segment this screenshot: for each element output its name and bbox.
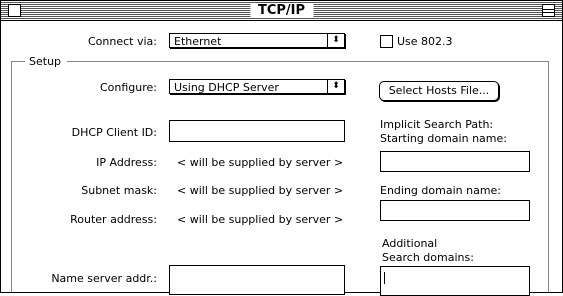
name-server-field[interactable]: [169, 265, 345, 295]
ending-domain-name-field[interactable]: [380, 200, 530, 221]
implicit-search-path-label: Implicit Search Path:: [380, 118, 494, 131]
search-domains-label: Search domains:: [382, 251, 474, 264]
ending-domain-name-label: Ending domain name:: [380, 184, 502, 197]
title-bar[interactable]: TCP/IP: [1, 1, 562, 21]
window-title: TCP/IP: [249, 3, 314, 18]
popup-arrows-icon: ⬍: [327, 33, 344, 48]
setup-group-line-top: [67, 61, 549, 62]
configure-value: Using DHCP Server: [174, 81, 279, 94]
router-address-label: Router address:: [70, 213, 157, 226]
connect-via-label: Connect via:: [88, 35, 157, 48]
search-domains-field[interactable]: [380, 266, 530, 296]
select-hosts-file-button[interactable]: Select Hosts File...: [379, 81, 499, 101]
connect-via-popup[interactable]: Ethernet ⬍: [169, 33, 345, 48]
setup-group-line-right: [548, 61, 549, 292]
configure-popup[interactable]: Using DHCP Server ⬍: [169, 79, 345, 94]
subnet-mask-label: Subnet mask:: [81, 184, 157, 197]
router-address-value: < will be supplied by server >: [177, 213, 344, 226]
starting-domain-name-label: Starting domain name:: [380, 132, 507, 145]
subnet-mask-value: < will be supplied by server >: [177, 184, 344, 197]
starting-domain-name-field[interactable]: [380, 151, 530, 172]
use-802-3-label: Use 802.3: [397, 35, 453, 48]
configure-label: Configure:: [99, 81, 157, 94]
dhcp-client-id-field[interactable]: [169, 120, 345, 142]
ip-address-value: < will be supplied by server >: [177, 156, 344, 169]
tcpip-window: TCP/IP Connect via: Ethernet ⬍ Use 802.3…: [0, 0, 563, 296]
zoom-box-icon[interactable]: [542, 4, 555, 17]
close-box-icon[interactable]: [8, 4, 21, 17]
setup-group-line-side: [11, 61, 12, 292]
text-caret: [384, 272, 385, 284]
additional-label: Additional: [382, 237, 438, 250]
use-802-3-checkbox[interactable]: [380, 35, 393, 48]
name-server-label: Name server addr.:: [51, 272, 157, 285]
popup-arrows-icon: ⬍: [327, 79, 344, 94]
connect-via-value: Ethernet: [174, 35, 222, 48]
ip-address-label: IP Address:: [96, 156, 157, 169]
setup-group-line-left: [11, 61, 25, 62]
dhcp-client-id-label: DHCP Client ID:: [71, 126, 157, 139]
setup-group-label: Setup: [29, 55, 62, 68]
